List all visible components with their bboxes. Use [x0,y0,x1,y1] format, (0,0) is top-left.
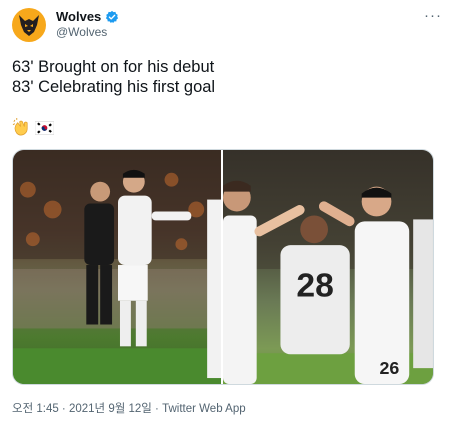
substitution-scene [13,150,222,384]
separator: · [151,403,163,415]
tweet-line: 63' Brought on for his debut [12,58,215,76]
tweet-card: Wolves @Wolves ··· 63' Brought on for hi… [0,0,454,425]
verified-badge-icon [106,10,119,23]
author-name-row: Wolves [56,9,119,24]
timestamp[interactable]: 오전 1:45 · 2021년 9월 12일 [12,403,152,415]
celebration-scene: 28 26 [223,150,433,384]
jersey-number-26: 26 [380,358,400,378]
avatar[interactable] [12,8,46,42]
wolf-logo-icon [19,15,39,36]
south-korea-flag-icon [35,118,54,137]
source-app-link[interactable]: Twitter Web App [162,403,246,415]
emoji-row [12,118,54,137]
handle[interactable]: @Wolves [56,25,107,39]
clapping-hands-icon [12,118,31,137]
tweet-meta: 오전 1:45 · 2021년 9월 12일 · Twitter Web App [12,400,246,416]
photo-substitution[interactable] [13,150,222,384]
display-name[interactable]: Wolves [56,9,101,24]
photo-celebration[interactable]: 28 26 [223,150,433,384]
more-options-icon[interactable]: ··· [424,7,442,24]
media-gallery[interactable]: 28 26 [12,149,434,385]
jersey-number-28: 28 [296,268,333,305]
tweet-text: 63' Brought on for his debut 83' Celebra… [12,57,215,97]
tweet-line: 83' Celebrating his first goal [12,78,216,96]
